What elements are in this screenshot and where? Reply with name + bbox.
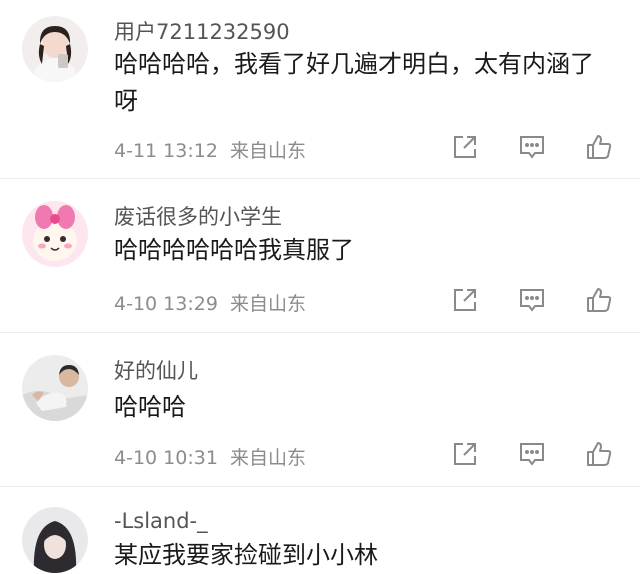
avatar[interactable] xyxy=(22,16,88,82)
comment-time: 4-10 10:31 xyxy=(114,447,218,469)
comment-text: 哈哈哈哈，我看了好几遍才明白，太有内涵了呀 xyxy=(114,50,594,115)
avatar[interactable] xyxy=(22,201,88,267)
username[interactable]: 废话很多的小学生 xyxy=(114,201,282,231)
like-button[interactable] xyxy=(584,439,614,469)
comment-item: 废话很多的小学生 哈哈哈哈哈哈我真服了 4-10 13:29 来自山东 xyxy=(0,179,640,333)
username[interactable]: -Lsland-_ xyxy=(114,509,208,533)
share-icon xyxy=(454,289,476,311)
thumbs-up-icon xyxy=(587,442,612,466)
like-button[interactable] xyxy=(584,285,614,315)
comment-location: 来自山东 xyxy=(229,293,306,315)
username[interactable]: 用户7211232590 xyxy=(114,16,290,46)
comment-item: 好的仙儿 哈哈哈 4-10 10:31 来自山东 xyxy=(0,333,640,487)
share-icon xyxy=(454,136,476,158)
share-button[interactable] xyxy=(450,132,480,162)
comment-item: 用户7211232590 哈哈哈哈，我看了好几遍才明白，太有内涵了呀 4-11 … xyxy=(0,0,640,179)
avatar[interactable] xyxy=(22,507,88,573)
avatar[interactable] xyxy=(22,355,88,421)
username[interactable]: 好的仙儿 xyxy=(114,355,198,385)
comment-location: 来自山东 xyxy=(229,140,306,162)
thumbs-up-icon xyxy=(587,288,612,312)
share-button[interactable] xyxy=(450,439,480,469)
comment-location: 来自山东 xyxy=(229,447,306,469)
comment-text: 某应我要家捡碰到小小林 xyxy=(114,541,378,569)
comment-button[interactable] xyxy=(517,285,547,315)
comment-meta: 4-10 13:29 来自山东 xyxy=(114,289,306,316)
comment-time: 4-11 13:12 xyxy=(114,140,218,162)
comment-meta: 4-10 10:31 来自山东 xyxy=(114,443,306,470)
comment-text: 哈哈哈 xyxy=(114,393,186,421)
comment-text: 哈哈哈哈哈哈我真服了 xyxy=(114,236,354,264)
comment-icon xyxy=(520,289,544,312)
share-button[interactable] xyxy=(450,285,480,315)
comment-item: -Lsland-_ 某应我要家捡碰到小小林 xyxy=(0,487,640,573)
thumbs-up-icon xyxy=(587,135,612,159)
share-icon xyxy=(454,443,476,465)
like-button[interactable] xyxy=(584,132,614,162)
comment-icon xyxy=(520,443,544,466)
comment-icon xyxy=(520,136,544,159)
comment-meta: 4-11 13:12 来自山东 xyxy=(114,136,306,163)
comment-button[interactable] xyxy=(517,439,547,469)
comment-button[interactable] xyxy=(517,132,547,162)
comment-time: 4-10 13:29 xyxy=(114,293,218,315)
